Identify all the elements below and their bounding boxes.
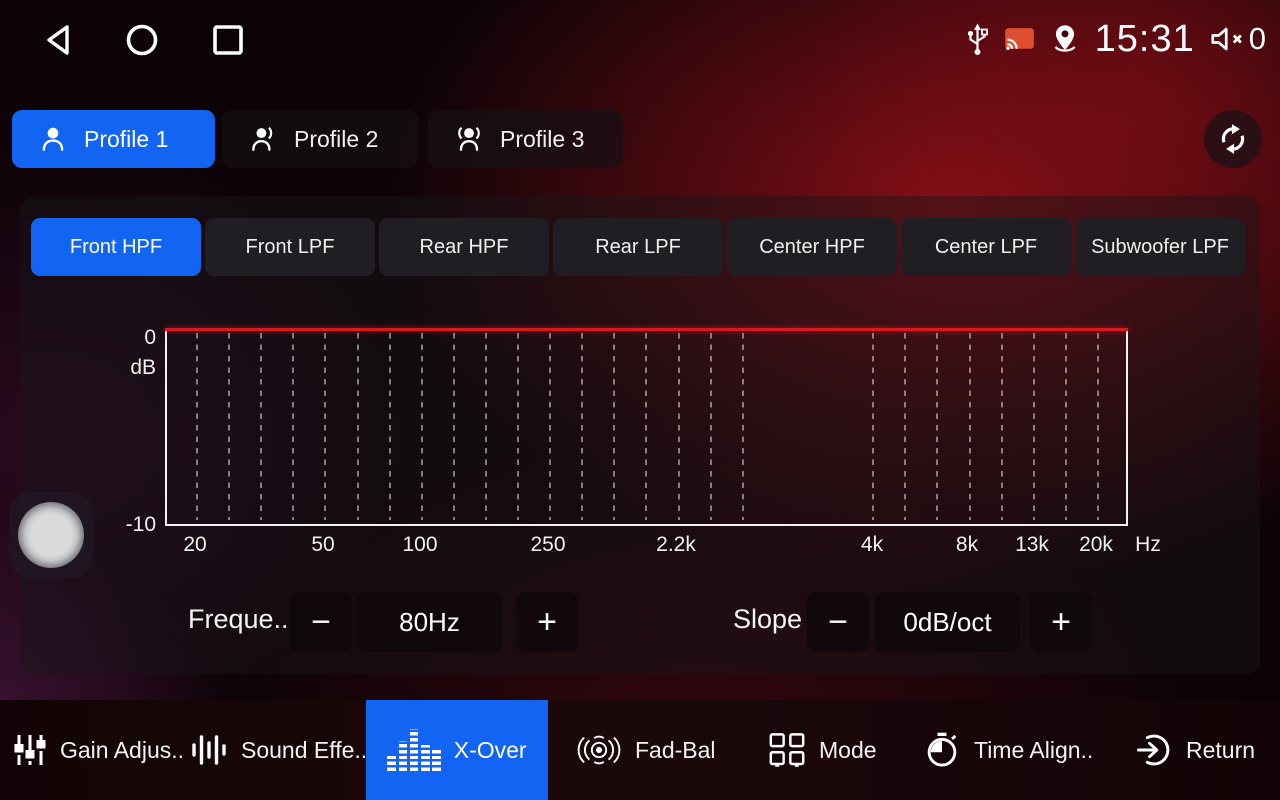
nav-item-mode[interactable]: Mode	[768, 700, 877, 800]
person-icon	[38, 124, 68, 154]
location-icon	[1048, 20, 1082, 58]
x-tick-2k2: 2.2k	[631, 533, 721, 557]
gain-sliders-icon	[13, 732, 47, 768]
frequency-plus-button[interactable]: +	[516, 592, 578, 652]
slope-label: Slope	[733, 604, 802, 635]
filter-tab-center-lpf[interactable]: Center LPF	[901, 218, 1071, 276]
x-tick-250: 250	[503, 533, 593, 557]
nav-item-label: Return	[1186, 737, 1255, 764]
volume-muted-icon	[1208, 22, 1248, 56]
profile-tab-label: Profile 1	[84, 126, 168, 153]
home-icon[interactable]	[122, 20, 162, 60]
filter-tab-label: Rear HPF	[420, 236, 509, 259]
y-tick-minus10: -10	[108, 513, 156, 537]
bottom-nav-bar: Gain Adjus.. Sound Effe.. X-Over Fad-Ba	[0, 700, 1280, 800]
filter-tab-label: Rear LPF	[595, 236, 681, 259]
nav-item-gain-adjust[interactable]: Gain Adjus..	[13, 700, 184, 800]
status-bar: 15:31 0	[0, 0, 1280, 78]
refresh-button[interactable]	[1204, 110, 1262, 168]
sync-icon	[1217, 123, 1249, 155]
clock: 15:31	[1095, 18, 1195, 61]
filter-tab-label: Front HPF	[70, 236, 162, 259]
profile-tab-2[interactable]: Profile 2	[222, 110, 418, 168]
profile-tab-label: Profile 2	[294, 126, 378, 153]
filter-tab-center-hpf[interactable]: Center HPF	[727, 218, 897, 276]
stopwatch-icon	[923, 731, 961, 769]
nav-item-return[interactable]: Return	[1135, 700, 1255, 800]
slope-minus-button[interactable]: −	[807, 592, 869, 652]
fader-balance-icon	[576, 732, 622, 768]
x-tick-20: 20	[150, 533, 240, 557]
frequency-label: Freque..	[188, 604, 289, 635]
back-icon[interactable]	[38, 20, 78, 60]
cast-icon	[1004, 25, 1035, 53]
person-announce-icon	[454, 124, 484, 154]
recents-icon[interactable]	[208, 20, 248, 60]
floating-touch-button[interactable]	[9, 492, 93, 578]
usb-icon	[964, 19, 991, 59]
person-speaking-icon	[248, 124, 278, 154]
equalizer-icon	[387, 729, 440, 771]
profile-tab-1[interactable]: Profile 1	[12, 110, 215, 168]
filter-tab-front-lpf[interactable]: Front LPF	[205, 218, 375, 276]
nav-item-label: Fad-Bal	[635, 737, 716, 764]
profile-tab-label: Profile 3	[500, 126, 584, 153]
response-curve-0db	[165, 328, 1128, 331]
profile-tab-3[interactable]: Profile 3	[428, 110, 623, 168]
filter-tab-label: Subwoofer LPF	[1091, 236, 1229, 259]
slope-plus-button[interactable]: +	[1030, 592, 1092, 652]
frequency-value: 80Hz	[357, 592, 502, 652]
nav-item-xover[interactable]: X-Over	[366, 700, 548, 800]
x-tick-100: 100	[375, 533, 465, 557]
speaker-mode-icon	[768, 731, 806, 769]
volume-indicator: 0	[1208, 21, 1266, 57]
filter-tab-label: Center HPF	[759, 236, 865, 259]
nav-item-label: Time Align..	[974, 737, 1093, 764]
nav-item-label: Sound Effe..	[241, 737, 367, 764]
filter-tab-subwoofer-lpf[interactable]: Subwoofer LPF	[1075, 218, 1245, 276]
slope-value: 0dB/oct	[875, 592, 1020, 652]
crossover-chart	[165, 329, 1128, 526]
sound-effect-bars-icon	[190, 732, 228, 768]
nav-item-label: Gain Adjus..	[60, 737, 184, 764]
filter-tab-label: Front LPF	[246, 236, 335, 259]
nav-item-sound-effect[interactable]: Sound Effe..	[190, 700, 367, 800]
x-tick-50: 50	[278, 533, 368, 557]
nav-item-fad-bal[interactable]: Fad-Bal	[576, 700, 716, 800]
nav-item-time-align[interactable]: Time Align..	[923, 700, 1093, 800]
knob-icon	[18, 502, 84, 568]
nav-item-label: Mode	[819, 737, 877, 764]
y-tick-0: 0	[108, 326, 156, 350]
x-tick-4k: 4k	[827, 533, 917, 557]
filter-tab-rear-lpf[interactable]: Rear LPF	[553, 218, 723, 276]
y-axis-unit: dB	[108, 356, 156, 380]
nav-item-label: X-Over	[454, 737, 527, 764]
filter-tab-label: Center LPF	[935, 236, 1037, 259]
x-axis-unit: Hz	[1103, 533, 1193, 557]
volume-value: 0	[1249, 21, 1266, 57]
frequency-minus-button[interactable]: −	[290, 592, 352, 652]
filter-tab-rear-hpf[interactable]: Rear HPF	[379, 218, 549, 276]
return-icon	[1135, 731, 1173, 769]
filter-tab-front-hpf[interactable]: Front HPF	[31, 218, 201, 276]
